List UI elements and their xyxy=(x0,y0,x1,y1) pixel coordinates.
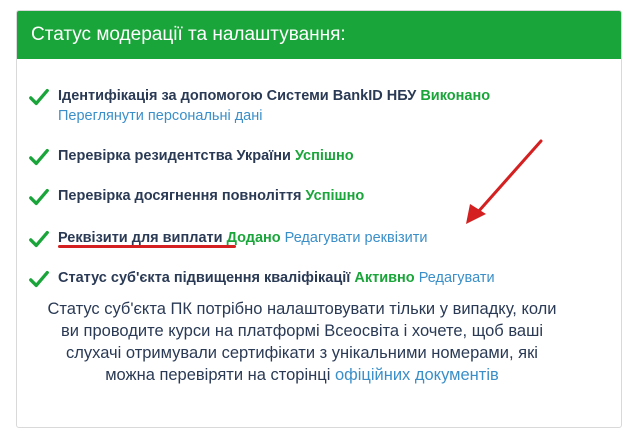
checkmark-icon xyxy=(29,270,49,288)
status-badge: Активно xyxy=(354,270,415,286)
item-label: Статус суб'єкта підвищення кваліфікації xyxy=(58,270,351,286)
annotation-underline xyxy=(58,245,236,248)
checkmark-icon xyxy=(29,188,49,206)
item-bankid: Ідентифікація за допомогою Системи BankI… xyxy=(28,86,490,126)
edit-payout-details-link[interactable]: Редагувати реквізити xyxy=(285,230,428,246)
status-badge: Виконано xyxy=(420,88,491,104)
item-qualification-status: Статус суб'єкта підвищення кваліфікації … xyxy=(28,268,495,290)
item-label: Ідентифікація за допомогою Системи BankI… xyxy=(58,88,417,104)
item-label: Перевірка досягнення повноліття xyxy=(58,188,302,204)
item-residency: Перевірка резидентства України Успішно xyxy=(28,146,354,168)
view-personal-data-link[interactable]: Переглянути персональні дані xyxy=(58,108,262,124)
qualification-note: Статус суб'єкта ПК потрібно налаштовуват… xyxy=(42,298,562,386)
item-label: Реквізити для виплати xyxy=(58,230,223,246)
card-title: Статус модерації та налаштування: xyxy=(17,11,621,59)
status-badge: Успішно xyxy=(294,148,354,164)
status-badge: Успішно xyxy=(305,188,365,204)
edit-qualification-link[interactable]: Редагувати xyxy=(419,270,495,286)
checkmark-icon xyxy=(29,88,49,106)
item-adulthood: Перевірка досягнення повноліття Успішно xyxy=(28,186,364,208)
item-label: Перевірка резидентства України xyxy=(58,148,291,164)
official-documents-link[interactable]: офіційних документів xyxy=(335,366,499,384)
checkmark-icon xyxy=(29,230,49,248)
checkmark-icon xyxy=(29,148,49,166)
status-badge: Додано xyxy=(226,230,281,246)
